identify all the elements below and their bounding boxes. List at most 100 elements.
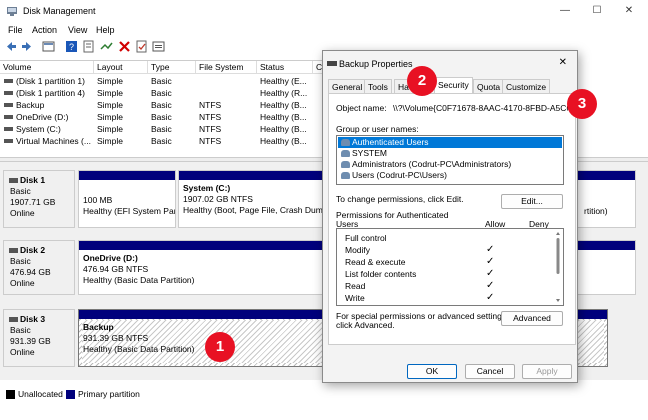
- properties-icon[interactable]: [82, 40, 95, 53]
- partition[interactable]: 100 MB Healthy (EFI System Par: [78, 170, 176, 228]
- permission-row: Read ✓: [345, 280, 495, 291]
- object-name-label: Object name:: [336, 103, 387, 113]
- disk-type: Basic: [10, 325, 31, 335]
- volume-fs: NTFS: [199, 124, 222, 134]
- table-row[interactable]: (Disk 1 partition 4) Simple Basic Health…: [0, 87, 330, 99]
- delete-icon[interactable]: [118, 40, 131, 53]
- volume-name: (Disk 1 partition 1): [16, 76, 85, 86]
- minimize-button[interactable]: —: [556, 3, 574, 19]
- partition-status: rtition): [584, 206, 608, 216]
- column-header-type[interactable]: Type: [148, 61, 196, 74]
- tab-customize[interactable]: Customize: [502, 79, 551, 93]
- disk-info[interactable]: Disk 2 Basic 476.94 GB Online: [3, 240, 75, 295]
- edit-button[interactable]: Edit...: [501, 194, 563, 209]
- window-title: Disk Management: [23, 6, 96, 16]
- partition-size: 100 MB: [83, 195, 113, 205]
- menu-file[interactable]: File: [8, 25, 23, 35]
- volume-layout: Simple: [97, 136, 123, 146]
- list-item[interactable]: Administrators (Codrut-PC\Administrators…: [338, 159, 562, 170]
- tab-security[interactable]: Security: [434, 77, 473, 93]
- permissions-table[interactable]: Full control Modify ✓ Read & execute ✓ Lis…: [336, 228, 564, 306]
- refresh-icon[interactable]: [152, 40, 165, 53]
- check-icon[interactable]: [135, 40, 148, 53]
- partition-status: Healthy (Boot, Page File, Crash Dump: [183, 205, 324, 215]
- volume-name: Virtual Machines (...: [16, 136, 91, 146]
- volume-icon: [4, 79, 13, 83]
- column-header-status[interactable]: Status: [257, 61, 313, 74]
- disk-info[interactable]: Disk 3 Basic 931.39 GB Online: [3, 309, 75, 367]
- disk-type: Basic: [10, 256, 31, 266]
- back-arrow-icon[interactable]: [5, 40, 18, 53]
- menu-bar: File Action View Help: [0, 23, 648, 37]
- table-row[interactable]: OneDrive (D:) Simple Basic NTFS Healthy …: [0, 111, 330, 123]
- legend-unallocated: Unallocated: [18, 389, 63, 399]
- disk-size: 1907.71 GB: [10, 197, 56, 207]
- close-button[interactable]: ✕: [620, 3, 638, 19]
- disk-management-window: Disk Management — ☐ ✕ File Action View H…: [0, 0, 648, 420]
- column-header-volume[interactable]: Volume: [0, 61, 94, 74]
- disk-state: Online: [10, 278, 35, 288]
- column-header-file-system[interactable]: File System: [196, 61, 257, 74]
- volume-name: Backup: [16, 100, 45, 110]
- disk-info[interactable]: Disk 1 Basic 1907.71 GB Online: [3, 170, 75, 228]
- apply-button[interactable]: Apply: [522, 364, 572, 379]
- check-icon: ✓: [486, 244, 495, 255]
- table-row[interactable]: (Disk 1 partition 1) Simple Basic Health…: [0, 75, 330, 87]
- disk-icon: [9, 317, 18, 322]
- volume-icon: [4, 127, 13, 131]
- volume-layout: Simple: [97, 124, 123, 134]
- user-group-icon: [341, 172, 350, 179]
- tab-general[interactable]: General: [328, 79, 367, 93]
- permission-row: Write ✓: [345, 292, 495, 303]
- menu-help[interactable]: Help: [96, 25, 115, 35]
- partition[interactable]: System (C:) 1907.02 GB NTFS Healthy (Boo…: [178, 170, 324, 228]
- volume-fs: NTFS: [199, 112, 222, 122]
- check-icon: ✓: [486, 292, 495, 303]
- help-icon[interactable]: ?: [65, 40, 78, 53]
- object-name-value: \\?\Volume{C0F71678-8AAC-4170-8FBD-A5C63…: [393, 103, 568, 113]
- forward-arrow-icon[interactable]: [20, 40, 33, 53]
- connect-icon[interactable]: [100, 40, 113, 53]
- tab-tools[interactable]: Tools: [364, 79, 392, 93]
- disk-name: Disk 1: [20, 175, 46, 185]
- volume-status: Healthy (B...: [260, 100, 307, 110]
- drive-icon: [327, 61, 337, 66]
- menu-action[interactable]: Action: [32, 25, 57, 35]
- column-header-layout[interactable]: Layout: [94, 61, 148, 74]
- svg-text:?: ?: [69, 42, 74, 52]
- check-icon: ✓: [486, 256, 495, 267]
- partition-status: Healthy (EFI System Par: [83, 206, 176, 216]
- table-row[interactable]: Virtual Machines (... Simple Basic NTFS …: [0, 135, 330, 147]
- table-row[interactable]: Backup Simple Basic NTFS Healthy (B...: [0, 99, 330, 111]
- list-item[interactable]: Users (Codrut-PC\Users): [338, 170, 562, 181]
- check-icon: ✓: [486, 268, 495, 279]
- menu-view[interactable]: View: [68, 25, 87, 35]
- primary-swatch: [66, 390, 75, 399]
- group-list[interactable]: Authenticated Users SYSTEM Administrator…: [336, 135, 564, 185]
- volume-icon: [4, 91, 13, 95]
- disk-state: Online: [10, 208, 35, 218]
- disk-type: Basic: [10, 186, 31, 196]
- advanced-button[interactable]: Advanced: [501, 311, 563, 326]
- table-row[interactable]: System (C:) Simple Basic NTFS Healthy (B…: [0, 123, 330, 135]
- disk-name: Disk 3: [20, 314, 46, 324]
- volume-type: Basic: [151, 124, 172, 134]
- list-item[interactable]: Authenticated Users: [338, 137, 562, 148]
- volume-name: OneDrive (D:): [16, 112, 69, 122]
- list-view-icon[interactable]: [42, 40, 55, 53]
- special-permissions-text-2: click Advanced.: [336, 320, 395, 330]
- volume-type: Basic: [151, 136, 172, 146]
- maximize-button[interactable]: ☐: [588, 3, 606, 19]
- permission-row: List folder contents ✓: [345, 268, 495, 279]
- volume-layout: Simple: [97, 88, 123, 98]
- dialog-close-button[interactable]: ✕: [559, 57, 567, 68]
- volume-type: Basic: [151, 76, 172, 86]
- permissions-scrollbar[interactable]: [554, 230, 562, 304]
- disk-state: Online: [10, 347, 35, 357]
- volume-type: Basic: [151, 112, 172, 122]
- ok-button[interactable]: OK: [407, 364, 457, 379]
- list-item[interactable]: SYSTEM: [338, 148, 562, 159]
- tab-quota[interactable]: Quota: [473, 79, 505, 93]
- cancel-button[interactable]: Cancel: [465, 364, 515, 379]
- volume-status: Healthy (E...: [260, 76, 307, 86]
